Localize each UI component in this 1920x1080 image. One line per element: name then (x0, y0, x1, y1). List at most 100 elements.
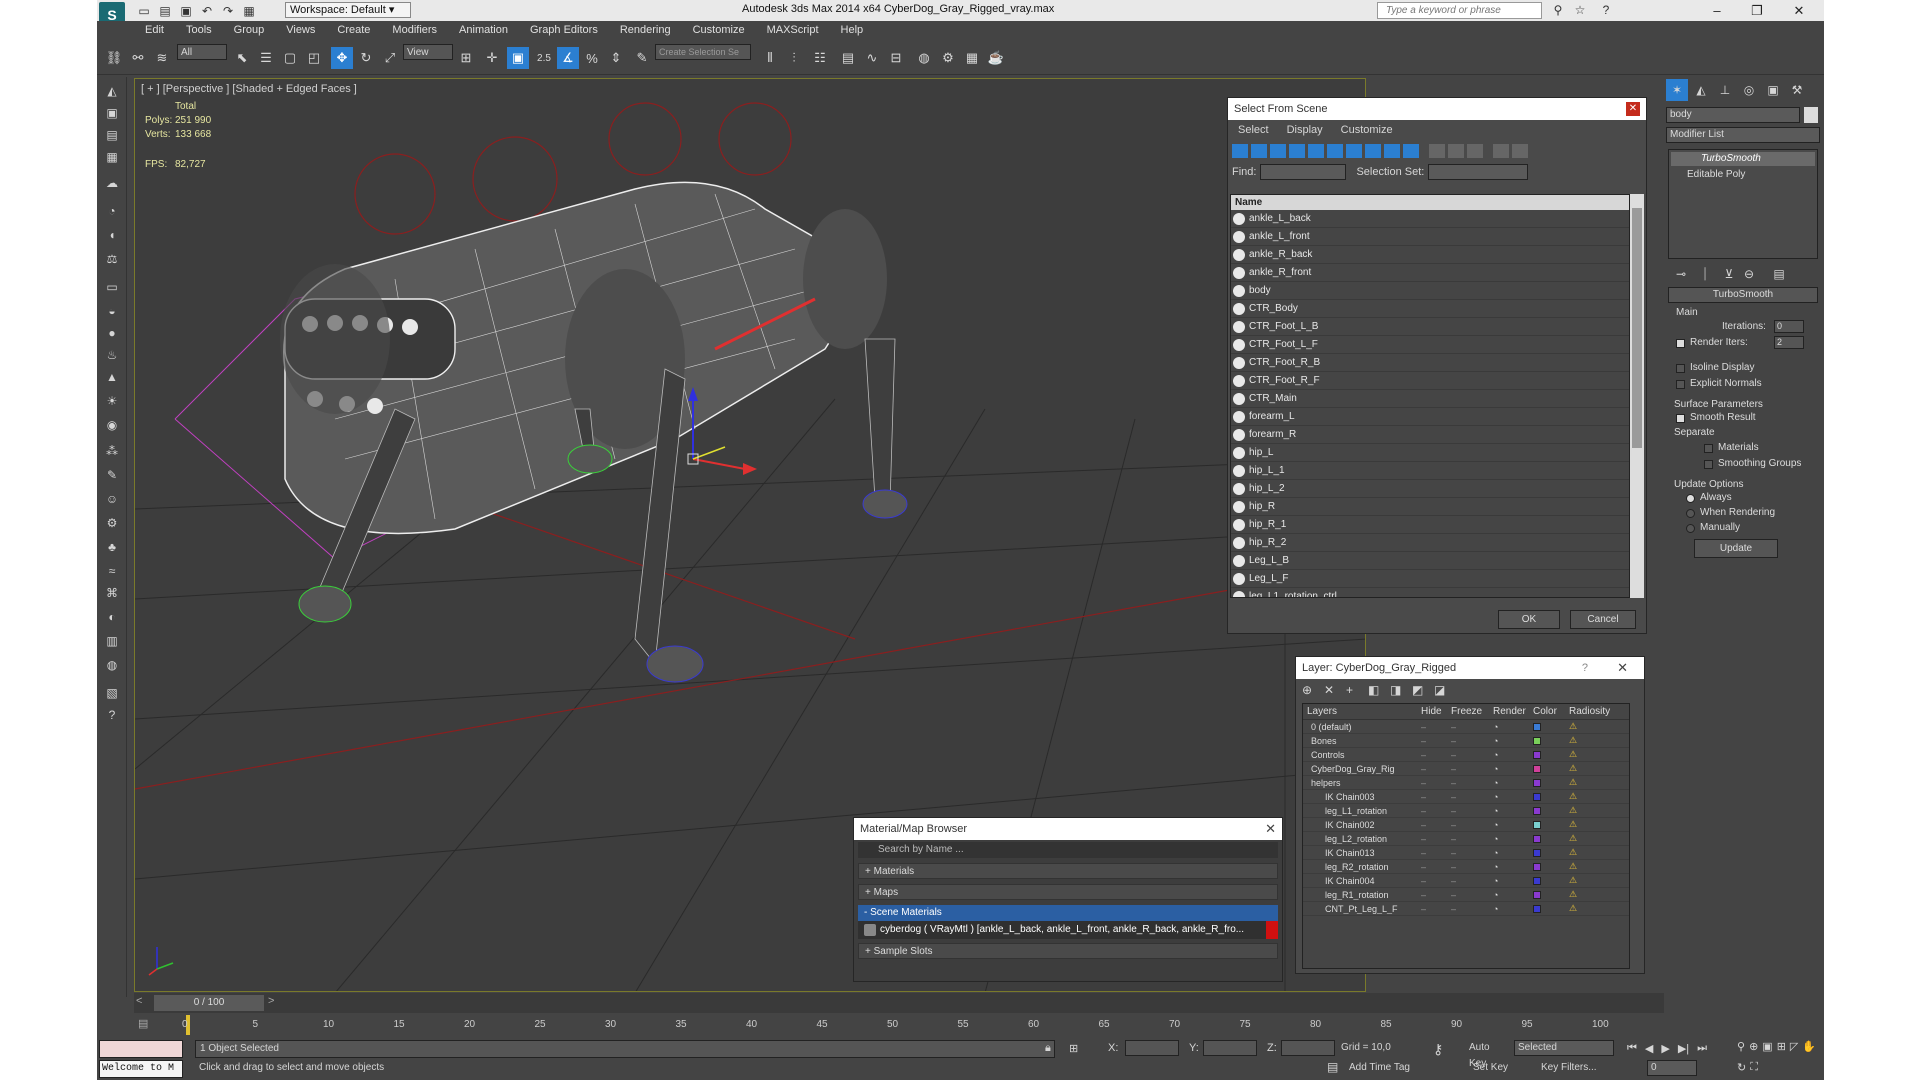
time-prev-icon[interactable]: < (136, 995, 150, 1011)
render-toggle-icon[interactable]: ◔ (1493, 848, 1533, 858)
filter-lights-icon[interactable] (1270, 144, 1286, 158)
link-icon[interactable]: ⛓ (103, 47, 125, 69)
hide-toggle-icon[interactable]: – (1421, 736, 1451, 746)
snap-toggle-icon[interactable]: 2.5 (533, 47, 555, 69)
render-toggle-icon[interactable]: ◔ (1493, 764, 1533, 774)
new-file-icon[interactable]: ▭ (135, 3, 153, 19)
lock-icon[interactable]: 🔒︎ (1045, 1042, 1051, 1055)
pin-stack-icon[interactable]: ⊸ (1670, 263, 1692, 285)
radiosity-icon[interactable]: ⚠ (1569, 763, 1619, 774)
list-item[interactable]: CTR_Main (1231, 390, 1629, 408)
display-tab-icon[interactable]: ▣ (1762, 79, 1784, 101)
time-next-icon[interactable]: > (268, 995, 282, 1011)
workspace-dropdown[interactable]: Workspace: Default ▾ (285, 2, 411, 18)
list-item[interactable]: ankle_R_front (1231, 264, 1629, 282)
sun-icon[interactable]: ☀ (101, 391, 123, 411)
time-slider[interactable]: < 0 / 100 > (134, 993, 1664, 1013)
named-selection-dropdown[interactable]: Create Selection Se (655, 44, 751, 60)
menu-customize[interactable]: Customize (1341, 124, 1393, 136)
funnel-icon[interactable] (1493, 144, 1509, 158)
render-iters-spinner[interactable]: 2 (1774, 336, 1804, 349)
layer-color-swatch[interactable] (1533, 890, 1569, 899)
help-icon[interactable]: ? (1597, 2, 1615, 18)
show-end-result-icon[interactable]: ⏐ (1694, 263, 1716, 285)
list-item[interactable]: Leg_L_B (1231, 552, 1629, 570)
object-color-swatch[interactable] (1804, 107, 1818, 123)
iterations-spinner[interactable]: 0 (1774, 320, 1804, 333)
material-editor-icon[interactable]: ◍ (913, 47, 935, 69)
layer-color-swatch[interactable] (1533, 862, 1569, 871)
percent-snap-icon[interactable]: % (581, 47, 603, 69)
remove-modifier-icon[interactable]: ⊖ (1738, 263, 1760, 285)
help-circle-icon[interactable]: ? (101, 705, 123, 725)
gear-icon[interactable]: ⚙ (101, 513, 123, 533)
render-iters-checkbox[interactable] (1676, 339, 1685, 348)
explicit-normals-checkbox[interactable] (1676, 380, 1685, 389)
undo-icon[interactable]: ↶ (198, 3, 216, 19)
modify-tab-icon[interactable]: ◭ (1690, 79, 1712, 101)
layer-color-swatch[interactable] (1533, 806, 1569, 815)
menu-animation[interactable]: Animation (459, 24, 508, 36)
render-toggle-icon[interactable]: ◔ (1493, 904, 1533, 914)
field-of-view-icon[interactable]: ◸ (1790, 1040, 1798, 1057)
modifier-list-dropdown[interactable]: Modifier List (1666, 127, 1820, 143)
render-toggle-icon[interactable]: ◔ (1493, 792, 1533, 802)
filter-all-icon[interactable] (1403, 144, 1419, 158)
radiosity-icon[interactable]: ⚠ (1569, 903, 1619, 914)
freeze-toggle-icon[interactable]: – (1451, 862, 1493, 872)
select-by-name-icon[interactable]: ☰ (255, 47, 277, 69)
hide-toggle-icon[interactable]: – (1421, 792, 1451, 802)
highlight-layer-icon[interactable]: ◨ (1390, 683, 1412, 697)
hide-toggle-icon[interactable]: – (1421, 806, 1451, 816)
configure-sets-icon[interactable]: ▤ (1768, 263, 1790, 285)
render-toggle-icon[interactable]: ◔ (1493, 736, 1533, 746)
layer-row[interactable]: Controls – – ◔ ⚠ (1303, 748, 1629, 762)
radiosity-icon[interactable]: ⚠ (1569, 749, 1619, 760)
hide-toggle-icon[interactable]: – (1421, 820, 1451, 830)
set-key-button[interactable]: Set Key (1473, 1060, 1513, 1076)
ok-button[interactable]: OK (1498, 610, 1560, 629)
layer-color-swatch[interactable] (1533, 750, 1569, 759)
particles-icon[interactable]: ⁂ (101, 441, 123, 461)
reference-coordinate-dropdown[interactable]: View (403, 44, 453, 60)
hide-toggle-icon[interactable]: – (1421, 834, 1451, 844)
section-materials[interactable]: + Materials (858, 863, 1278, 879)
when-rendering-radio[interactable] (1686, 509, 1695, 518)
col-layers[interactable]: Layers (1303, 704, 1421, 719)
select-and-move-icon[interactable]: ✥ (331, 47, 353, 69)
freeze-toggle-icon[interactable]: – (1451, 764, 1493, 774)
hide-all-icon[interactable]: ◩ (1412, 683, 1434, 697)
hierarchy-icon[interactable] (1512, 144, 1528, 158)
layer-row[interactable]: IK Chain004– – ◔ ⚠ (1303, 874, 1629, 888)
menu-create[interactable]: Create (337, 24, 370, 36)
list-item[interactable]: body (1231, 282, 1629, 300)
maxscript-listener-top[interactable] (99, 1040, 183, 1058)
orbit-icon[interactable]: ↻ (1737, 1061, 1746, 1078)
delete-layer-icon[interactable]: ✕ (1324, 683, 1346, 697)
menu-select[interactable]: Select (1238, 124, 1269, 136)
list-item[interactable]: ankle_R_back (1231, 246, 1629, 264)
light-icon[interactable]: ☁ (101, 173, 123, 193)
render-toggle-icon[interactable]: ◔ (1493, 750, 1533, 760)
hide-toggle-icon[interactable]: – (1421, 722, 1451, 732)
document-icon[interactable]: ▤ (101, 125, 123, 145)
cone-icon[interactable]: ▲ (101, 367, 123, 387)
star-icon[interactable]: ☆ (1571, 2, 1589, 18)
auto-key-button[interactable]: Auto Key (1469, 1040, 1509, 1069)
select-and-rotate-icon[interactable]: ↻ (355, 47, 377, 69)
layer-color-swatch[interactable] (1533, 820, 1569, 829)
zoom-all-icon[interactable]: ⊕ (1749, 1040, 1758, 1057)
maxscript-listener[interactable]: Welcome to M (99, 1060, 183, 1078)
selection-set-dropdown[interactable] (1428, 164, 1529, 180)
map-icon[interactable]: ▥ (101, 631, 123, 651)
go-to-end-icon[interactable]: ⏭ (1697, 1042, 1707, 1055)
isolate-icon[interactable]: ⊞ (1069, 1042, 1078, 1055)
stack-item-editable-poly[interactable]: Editable Poly (1671, 168, 1815, 182)
hide-toggle-icon[interactable]: – (1421, 862, 1451, 872)
project-folder-icon[interactable]: ▦ (240, 3, 258, 19)
radiosity-icon[interactable]: ⚠ (1569, 875, 1619, 886)
list-item[interactable]: Leg_L_F (1231, 570, 1629, 588)
edit-named-selection-icon[interactable]: ✎ (631, 47, 653, 69)
render-toggle-icon[interactable]: ◔ (1493, 876, 1533, 886)
add-to-layer-icon[interactable]: + (1346, 683, 1368, 697)
